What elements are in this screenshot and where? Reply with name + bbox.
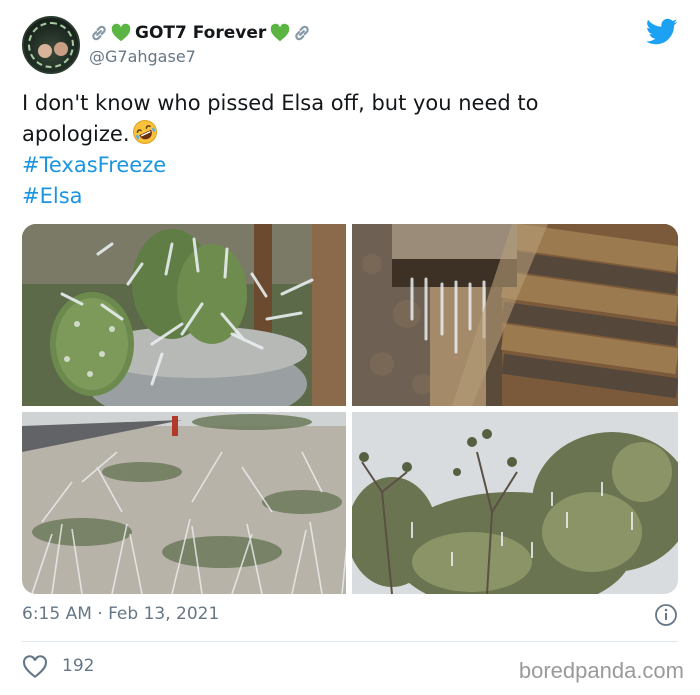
divider [22, 641, 678, 642]
green-heart-icon [111, 23, 131, 42]
tweet-timestamp[interactable]: 6:15 AM · Feb 13, 2021 [22, 604, 219, 624]
link-icon [295, 25, 310, 41]
heart-icon[interactable] [22, 655, 48, 679]
author-name-row[interactable]: GOT7 Forever [88, 20, 313, 46]
tweet-text-line-2: apologize. [22, 119, 672, 150]
rolling-on-floor-laughing-icon [132, 120, 157, 144]
hashtag-link[interactable]: #TexasFreeze [22, 150, 672, 181]
author-display-name[interactable]: GOT7 Forever [135, 23, 266, 43]
media-grid [22, 224, 678, 594]
watermark-text: boredpanda.com [518, 658, 684, 683]
tweet-body: I don't know who pissed Elsa off, but yo… [22, 88, 672, 212]
link-icon [92, 25, 106, 41]
avatar-face [38, 44, 52, 58]
frozen-shrub-photo[interactable] [352, 412, 678, 594]
tweet-card: GOT7 Forever @G7ahgase7 I don't know who… [0, 0, 700, 695]
frozen-grass-photo[interactable] [22, 412, 346, 594]
tweet-text-apologize: apologize. [22, 122, 130, 146]
author-handle[interactable]: @G7ahgase7 [89, 47, 196, 66]
avatar-face [54, 42, 68, 56]
hashtag-link[interactable]: #Elsa [22, 181, 672, 212]
green-heart-icon [270, 23, 290, 42]
frozen-fence-post-photo[interactable] [352, 224, 678, 406]
info-icon[interactable] [654, 603, 678, 627]
twitter-bird-icon[interactable] [646, 18, 678, 46]
tweet-text-line: I don't know who pissed Elsa off, but yo… [22, 91, 539, 115]
like-count[interactable]: 192 [62, 656, 94, 676]
frozen-cactus-photo[interactable] [22, 224, 346, 406]
avatar[interactable] [22, 16, 80, 74]
